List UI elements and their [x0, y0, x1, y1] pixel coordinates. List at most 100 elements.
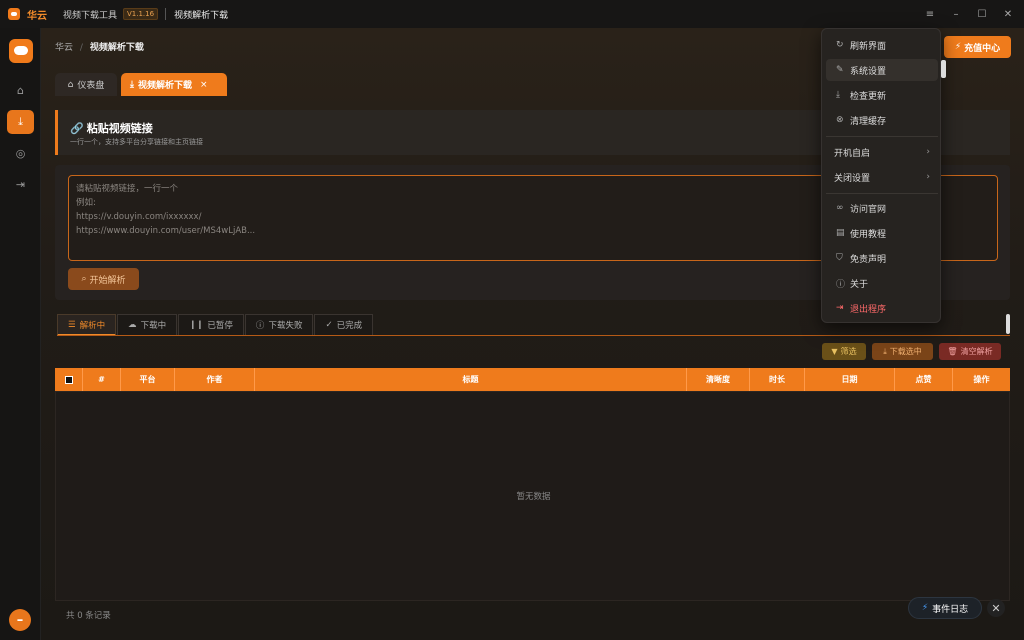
breadcrumb-sep: /: [79, 43, 83, 53]
download-selected-label: 下载选中: [889, 347, 922, 356]
filter-parsing[interactable]: ☰ 解析中: [57, 314, 117, 336]
download-icon: ⤓: [836, 90, 840, 100]
filter-tabs: ☰ 解析中 ☁ 下载中 ❙❙ 已暂停 ⓘ 下载失败 ✓ 已完成: [57, 314, 374, 336]
filter-failed[interactable]: ⓘ 下载失败: [244, 314, 314, 336]
breadcrumb-root[interactable]: 华云: [55, 43, 73, 53]
sidebar-globe-icon[interactable]: ◎: [7, 141, 34, 165]
table-body: 暂无数据: [55, 391, 1010, 601]
menu-label: 刷新界面: [850, 41, 887, 52]
title-bar: 华云 视频下载工具 V1.1.16 视频解析下载: [0, 0, 1024, 28]
menu-label: 关闭设置: [834, 173, 871, 184]
version-badge: V1.1.16: [123, 8, 159, 20]
tab-video-download[interactable]: ⤓ 视频解析下载 ×: [121, 73, 227, 96]
filter-label: 下载失败: [268, 321, 303, 331]
event-log-close-icon[interactable]: ✕: [987, 599, 1005, 617]
clear-button[interactable]: 🗑 清空解析: [939, 343, 1001, 360]
recharge-button[interactable]: ⚡ 充值中心: [944, 36, 1011, 58]
col-author: 作者: [175, 368, 255, 391]
start-parse-button[interactable]: ⌕ 开始解析: [68, 268, 139, 290]
clear-label: 清空解析: [960, 347, 993, 356]
bolt-icon: ⚡: [954, 42, 962, 52]
col-duration: 时长: [750, 368, 805, 391]
sidebar-export-icon[interactable]: ⇥: [7, 172, 34, 196]
link-icon: 🔗: [70, 122, 84, 135]
list-icon: ☰: [68, 319, 76, 330]
scrollbar[interactable]: [1006, 314, 1010, 334]
book-icon: ▤: [836, 228, 845, 238]
sidebar-download-icon[interactable]: ⤓: [7, 110, 34, 134]
app-logo-icon: [8, 8, 20, 20]
menu-item-settings[interactable]: ✎ 系统设置: [826, 59, 938, 81]
filter-underline: [57, 335, 1010, 336]
download-icon: ⤓: [130, 79, 134, 90]
col-likes: 点赞: [895, 368, 953, 391]
filter-label: 已暂停: [207, 321, 233, 331]
menu-label: 退出程序: [850, 304, 887, 315]
sidebar: ⌂ ⤓ ◎ ⇥ –: [0, 28, 41, 640]
exit-icon: ⇥: [836, 303, 844, 313]
refresh-icon: ↻: [836, 40, 844, 50]
menu-label: 开机自启: [834, 148, 871, 159]
menu-divider: [826, 193, 938, 194]
brand-name: 华云: [27, 10, 47, 22]
col-platform: 平台: [121, 368, 175, 391]
menu-item-check-update[interactable]: ⤓ 检查更新: [826, 84, 938, 106]
brush-icon: ✎: [836, 65, 844, 75]
search-icon: ⌕: [81, 274, 87, 284]
filter-label: 下载中: [140, 321, 167, 331]
close-window-button[interactable]: ✕: [995, 0, 1021, 28]
info-icon: ⓘ: [836, 279, 846, 290]
collapse-icon[interactable]: –: [9, 609, 31, 631]
filter-completed[interactable]: ✓ 已完成: [314, 314, 374, 336]
event-log-label: 事件日志: [932, 604, 969, 615]
menu-icon[interactable]: ≡: [917, 0, 943, 28]
filter-button-label: 筛选: [840, 347, 857, 356]
filter-label: 已完成: [336, 321, 363, 331]
tab-dashboard[interactable]: ⌂ 仪表盘: [55, 73, 117, 96]
col-actions: 操作: [973, 375, 990, 384]
clear-icon: ⊗: [836, 115, 844, 125]
filter-paused[interactable]: ❙❙ 已暂停: [178, 314, 244, 336]
menu-item-close-settings[interactable]: 关闭设置 ›: [826, 166, 938, 188]
menu-label: 系统设置: [850, 66, 887, 77]
bolt-icon: ⚡: [921, 603, 929, 613]
section-title: 🔗 粘贴视频链接: [70, 120, 153, 136]
sidebar-home-icon[interactable]: ⌂: [7, 78, 34, 102]
filter-label: 解析中: [79, 320, 106, 331]
menu-item-tutorial[interactable]: ▤ 使用教程: [826, 222, 938, 244]
menu-item-exit[interactable]: ⇥ 退出程序: [826, 297, 938, 319]
menu-label: 免责声明: [850, 254, 887, 265]
menu-label: 检查更新: [850, 91, 887, 102]
menu-divider: [826, 136, 938, 137]
minimize-button[interactable]: –: [943, 0, 969, 28]
event-log-button[interactable]: ⚡ 事件日志: [908, 597, 982, 619]
download-icon: ⤓: [883, 346, 887, 356]
tab-label: 仪表盘: [77, 81, 105, 91]
filter-button[interactable]: ▼ 筛选: [822, 343, 866, 360]
download-selected-button[interactable]: ⤓ 下载选中: [872, 343, 933, 360]
breadcrumb-current: 视频解析下载: [89, 43, 144, 53]
tab-close-icon[interactable]: ×: [200, 80, 208, 90]
table-header: # 平台 作者 标题 清晰度 时长 日期 点赞 操作: [55, 368, 1010, 391]
menu-item-about[interactable]: ⓘ 关于: [826, 272, 938, 294]
menu-label: 关于: [850, 279, 869, 290]
title-divider: [165, 8, 167, 20]
menu-item-autostart[interactable]: 开机自启 ›: [826, 141, 938, 163]
settings-menu: ↻ 刷新界面 ✎ 系统设置 ⤓ 检查更新 ⊗ 清理缓存 开机自启 › 关闭设置 › ∞ 访问官…: [821, 28, 941, 323]
filter-downloading[interactable]: ☁ 下载中: [117, 314, 178, 336]
empty-state: 暂无数据: [516, 492, 551, 502]
menu-item-refresh[interactable]: ↻ 刷新界面: [826, 34, 938, 56]
parse-label: 开始解析: [89, 275, 126, 286]
select-all-checkbox[interactable]: [55, 368, 83, 391]
menu-item-website[interactable]: ∞ 访问官网: [826, 197, 938, 219]
menu-label: 访问官网: [850, 204, 887, 215]
breadcrumb: 华云 / 视频解析下载: [55, 40, 144, 53]
alert-icon: ⓘ: [255, 321, 265, 331]
maximize-button[interactable]: ☐: [969, 0, 995, 28]
menu-item-disclaimer[interactable]: ⛉ 免责声明: [826, 247, 938, 269]
col-date: 日期: [805, 368, 895, 391]
menu-item-clear-cache[interactable]: ⊗ 清理缓存: [826, 109, 938, 131]
recharge-label: 充值中心: [964, 43, 1001, 54]
home-icon: ⌂: [67, 79, 74, 90]
menu-scrollbar[interactable]: [941, 60, 946, 78]
